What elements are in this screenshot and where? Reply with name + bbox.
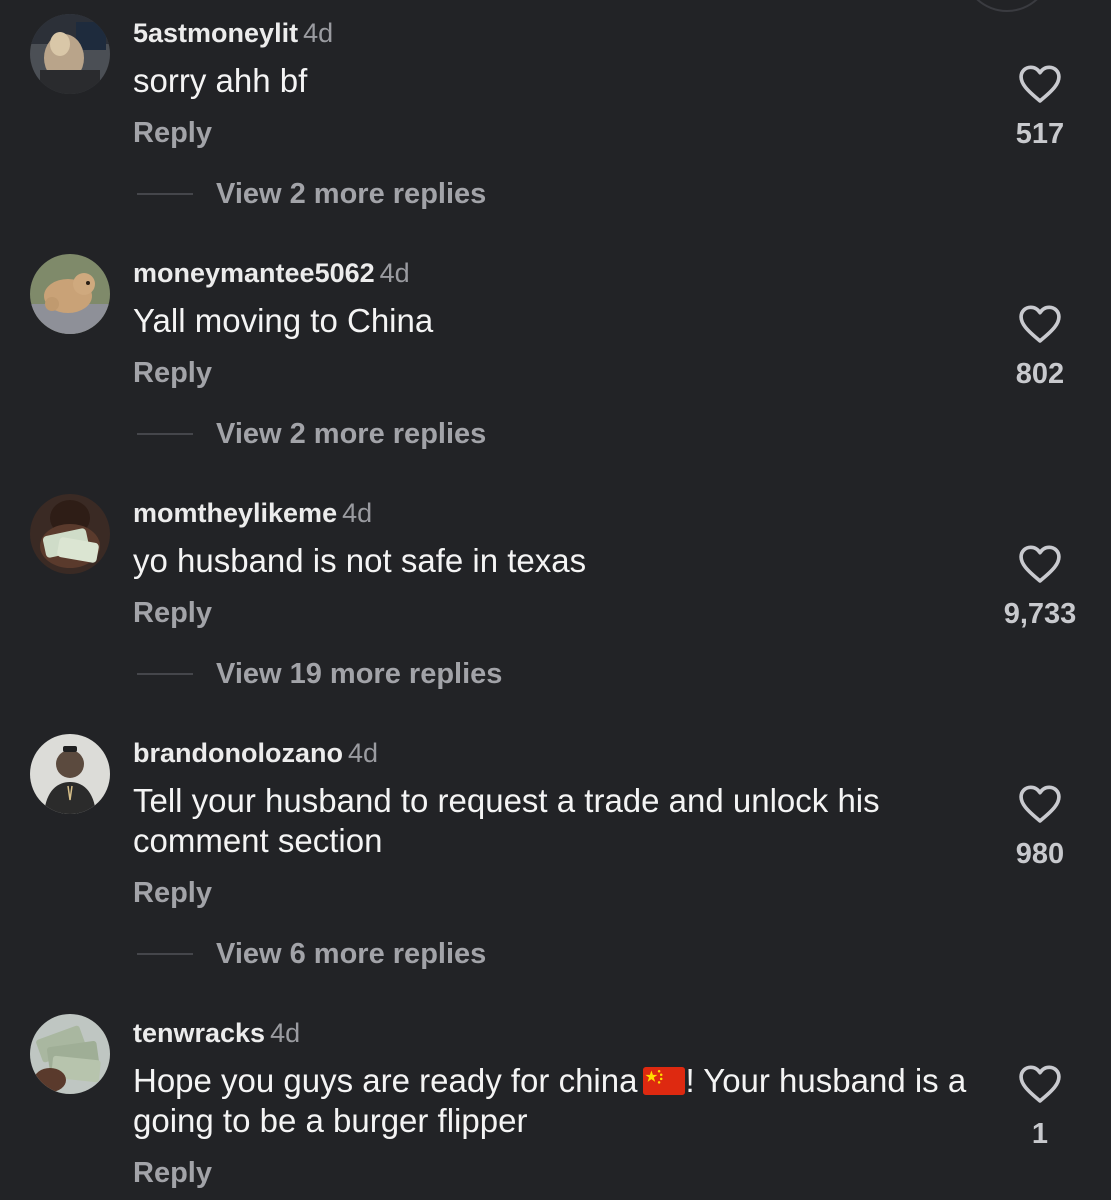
avatar[interactable] xyxy=(30,494,110,574)
comment-text-part: Hope you guys are ready for china xyxy=(133,1062,638,1099)
like-group: 517 xyxy=(990,64,1090,151)
comment-text: Yall moving to China xyxy=(133,302,434,339)
avatar[interactable] xyxy=(30,254,110,334)
like-group: 1 xyxy=(990,1064,1090,1151)
comment-username[interactable]: tenwracks xyxy=(133,1018,265,1048)
reply-button[interactable]: Reply xyxy=(133,116,212,150)
comment-username[interactable]: momtheylikeme xyxy=(133,498,337,528)
heart-outline-icon[interactable] xyxy=(1018,1064,1062,1104)
comment-timestamp: 4d xyxy=(303,18,334,48)
reply-button[interactable]: Reply xyxy=(133,876,212,910)
like-count: 980 xyxy=(1015,838,1065,870)
avatar[interactable] xyxy=(30,734,110,814)
heart-outline-icon[interactable] xyxy=(1018,784,1062,824)
like-count: 517 xyxy=(1015,118,1065,150)
view-more-replies-button[interactable]: View 2 more replies xyxy=(137,177,486,211)
like-count: 802 xyxy=(1015,358,1065,390)
view-more-replies-label: View 2 more replies xyxy=(216,177,487,210)
thread-divider xyxy=(137,193,193,195)
view-more-replies-button[interactable]: View 19 more replies xyxy=(137,657,502,691)
heart-outline-icon[interactable] xyxy=(1018,544,1062,584)
like-group: 9,733 xyxy=(990,544,1090,631)
view-more-replies-label: View 6 more replies xyxy=(216,937,487,970)
comment-text: sorry ahh bf xyxy=(133,62,308,99)
comment-timestamp: 4d xyxy=(342,498,373,528)
like-group: 980 xyxy=(990,784,1090,871)
view-more-replies-label: View 19 more replies xyxy=(216,657,503,690)
avatar[interactable] xyxy=(30,14,110,94)
reply-button[interactable]: Reply xyxy=(133,356,212,390)
view-more-replies-label: View 2 more replies xyxy=(216,417,487,450)
scroll-indicator-arc xyxy=(962,0,1052,12)
comment-text: yo husband is not safe in texas xyxy=(133,542,587,579)
view-more-replies-button[interactable]: View 6 more replies xyxy=(137,937,486,971)
like-count: 1 xyxy=(1031,1118,1049,1150)
view-more-replies-button[interactable]: View 2 more replies xyxy=(137,417,486,451)
china-flag-icon xyxy=(643,1067,686,1095)
like-group: 802 xyxy=(990,304,1090,391)
heart-outline-icon[interactable] xyxy=(1018,304,1062,344)
comment-username[interactable]: 5astmoneylit xyxy=(133,18,298,48)
comment-timestamp: 4d xyxy=(347,738,379,768)
comment-username[interactable]: brandonolozano xyxy=(133,738,343,768)
reply-button[interactable]: Reply xyxy=(133,596,212,630)
comment-text: Tell your husband to request a trade and… xyxy=(133,782,880,859)
thread-divider xyxy=(137,433,193,435)
comment-text: Hope you guys are ready for china ! Your… xyxy=(133,1061,983,1141)
reply-button[interactable]: Reply xyxy=(133,1156,212,1190)
comment-timestamp: 4d xyxy=(270,1018,301,1048)
heart-outline-icon[interactable] xyxy=(1018,64,1062,104)
avatar[interactable] xyxy=(30,1014,110,1094)
thread-divider xyxy=(137,673,193,675)
thread-divider xyxy=(137,953,193,955)
comment-username[interactable]: moneymantee5062 xyxy=(133,258,375,288)
like-count: 9,733 xyxy=(1003,598,1077,630)
comment-timestamp: 4d xyxy=(379,258,410,288)
